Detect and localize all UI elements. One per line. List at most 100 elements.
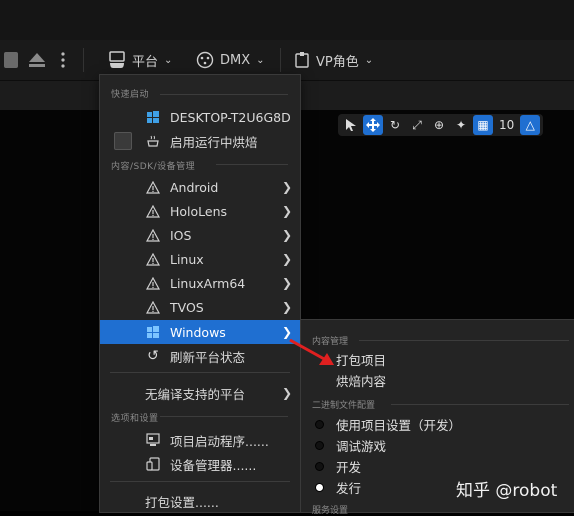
no-compile-label: 无编译支持的平台 (145, 386, 246, 402)
section-divider (160, 94, 288, 95)
section-binary-config: 二进制文件配置 (312, 401, 376, 411)
role-icon (295, 52, 309, 68)
vertical-dots-icon (61, 52, 65, 68)
no-compile-platforms-item[interactable]: 无编译支持的平台 ❯ (100, 381, 300, 405)
section-divider (216, 164, 288, 165)
enable-cook-item[interactable]: 启用运行中烘焙 (100, 129, 300, 153)
rotation-snap-icon[interactable]: △ (520, 115, 541, 135)
platform-item-linux[interactable]: Linux ❯ (100, 247, 300, 271)
config-option-debug-game[interactable]: 调试游戏 (301, 435, 574, 456)
cook-content-label: 烘焙内容 (336, 374, 387, 389)
radio-dot[interactable] (315, 441, 324, 450)
radio-dot[interactable] (315, 420, 324, 429)
section-divider (160, 416, 288, 417)
menu-divider (110, 481, 290, 482)
move-tool-icon[interactable] (363, 115, 383, 135)
chevron-right-icon: ❯ (281, 276, 292, 290)
platform-item-ios[interactable]: IOS ❯ (100, 223, 300, 247)
desktop-device-item[interactable]: DESKTOP-T2U6G8D (100, 105, 300, 129)
enable-cook-label: 启用运行中烘焙 (170, 134, 258, 150)
windows-icon (144, 108, 162, 126)
grid-snap-icon[interactable]: ▦ (473, 115, 493, 135)
config-option-project-settings[interactable]: 使用项目设置（开发） (301, 414, 574, 435)
device-manager-item[interactable]: 设备管理器...... (100, 452, 300, 476)
toolbar-separator (280, 48, 281, 72)
platform-label: TVOS (170, 299, 204, 315)
config-option-label: 开发 (336, 460, 362, 475)
refresh-icon: ↺ (147, 348, 159, 364)
chevron-right-icon: ❯ (281, 228, 292, 242)
stop-icon (4, 52, 18, 68)
section-content-sdk: 内容/SDK/设备管理 (111, 162, 196, 172)
viewport-toolbar: ↻ ⤢ ⊕ ✦ ▦ 10 △ (338, 114, 544, 136)
annotation-arrow-icon (289, 338, 334, 365)
platform-item-windows[interactable]: Windows ❯ (100, 320, 300, 344)
cook-content-item[interactable]: 烘焙内容 (301, 370, 574, 391)
config-option-label: 调试游戏 (336, 439, 387, 454)
title-bar (0, 0, 574, 40)
config-option-label: 发行 (336, 481, 362, 496)
more-options-button[interactable] (60, 40, 66, 80)
surface-snap-icon[interactable]: ✦ (451, 115, 471, 135)
menu-divider (110, 372, 290, 373)
world-space-icon[interactable]: ⊕ (429, 115, 449, 135)
platform-label: Linux (170, 251, 204, 267)
platform-label: HoloLens (170, 203, 228, 219)
project-launcher-item[interactable]: 项目启动程序...... (100, 428, 300, 452)
packaging-settings-item[interactable]: 打包设置...... (100, 489, 300, 513)
platform-item-linuxarm64[interactable]: LinuxArm64 ❯ (100, 271, 300, 295)
platform-label: IOS (170, 227, 192, 243)
grid-snap-value[interactable]: 10 (495, 118, 518, 132)
chevron-down-icon: ⌄ (364, 54, 374, 66)
dmx-label: DMX (220, 52, 251, 68)
enable-cook-checkbox[interactable] (114, 132, 132, 150)
warning-icon (144, 250, 162, 268)
desktop-device-label: DESKTOP-T2U6G8D (170, 109, 291, 125)
chevron-down-icon: ⌄ (164, 54, 173, 66)
select-tool-icon[interactable] (341, 115, 361, 135)
cook-pot-icon (144, 132, 162, 150)
platform-label: LinuxArm64 (170, 275, 246, 291)
radio-dot-selected[interactable] (315, 483, 324, 492)
refresh-platform-status-item[interactable]: ↺ 刷新平台状态 (100, 344, 300, 368)
radio-dot[interactable] (315, 462, 324, 471)
platform-item-android[interactable]: Android ❯ (100, 175, 300, 199)
chevron-right-icon: ❯ (281, 204, 292, 218)
section-quick-launch: 快速启动 (111, 90, 150, 100)
warning-icon (144, 226, 162, 244)
chevron-right-icon: ❯ (281, 180, 292, 194)
platform-item-tvos[interactable]: TVOS ❯ (100, 295, 300, 319)
project-launcher-label: 项目启动程序...... (170, 433, 269, 449)
scale-tool-icon[interactable]: ⤢ (407, 115, 427, 135)
platform-menu: 快速启动 DESKTOP-T2U6G8D 启用运行中烘焙 内容/SDK/设备管理… (99, 74, 301, 513)
gamepad-icon (109, 51, 125, 68)
watermark: 知乎 @robot (456, 481, 558, 501)
platform-item-hololens[interactable]: HoloLens ❯ (100, 199, 300, 223)
vp-role-dropdown-button[interactable]: VP角色 ⌄ (294, 40, 373, 80)
eject-button[interactable] (28, 40, 46, 80)
config-option-development[interactable]: 开发 (301, 456, 574, 477)
chevron-right-icon: ❯ (281, 252, 292, 266)
dmx-icon (196, 51, 214, 69)
windows-label: Windows (170, 324, 226, 340)
chevron-right-icon: ❯ (281, 300, 292, 314)
warning-icon (144, 274, 162, 292)
section-partial: 服务设置 (312, 506, 349, 516)
warning-icon (144, 298, 162, 316)
chevron-right-icon: ❯ (281, 386, 292, 400)
packaging-settings-label: 打包设置...... (145, 494, 219, 510)
platform-label: Android (170, 179, 219, 195)
chevron-down-icon: ⌄ (256, 54, 265, 66)
section-divider (359, 340, 569, 341)
rotate-tool-icon[interactable]: ↻ (385, 115, 405, 135)
eject-icon (29, 53, 45, 67)
vp-role-label: VP角色 (316, 54, 359, 70)
windows-icon (144, 323, 162, 341)
config-option-label: 使用项目设置（开发） (336, 418, 462, 433)
launcher-icon (144, 431, 162, 449)
section-options: 选项和设置 (111, 414, 159, 424)
warning-icon (144, 178, 162, 196)
stop-button[interactable] (4, 40, 18, 80)
warning-icon (144, 202, 162, 220)
package-project-label: 打包项目 (336, 353, 387, 368)
